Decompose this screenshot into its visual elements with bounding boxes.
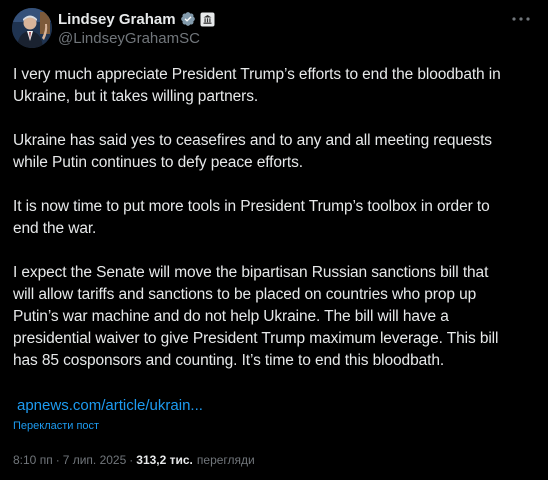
post-text-line: I very much appreciate President Trump’s…	[13, 66, 501, 83]
post-paragraph: Ukraine has said yes to ceasefires and t…	[13, 130, 541, 174]
government-affiliation-icon[interactable]	[200, 12, 215, 27]
post-text-line: will allow tariffs and sanctions to be p…	[13, 286, 477, 303]
meta-separator: ·	[129, 453, 134, 467]
verified-badge-icon[interactable]	[180, 11, 196, 27]
meta-separator: ·	[55, 453, 60, 467]
post-text-line: while Putin continues to defy peace effo…	[13, 154, 303, 171]
post-text-line: has 85 cosponsors and counting. It’s tim…	[13, 352, 445, 369]
post-paragraph: It is now time to put more tools in Pres…	[13, 196, 541, 240]
post-paragraph: I expect the Senate will move the bipart…	[13, 262, 541, 372]
post-metadata: 8:10 пп · 7 лип. 2025 · 313,2 тис. перег…	[13, 453, 255, 467]
post-text-line: It is now time to put more tools in Pres…	[13, 198, 490, 215]
article-link[interactable]: apnews.com/article/ukrain...	[17, 397, 203, 414]
avatar[interactable]	[12, 8, 52, 48]
post-paragraph: I very much appreciate President Trump’s…	[13, 64, 541, 108]
post-text-line: Ukraine, but it takes willing partners.	[13, 88, 259, 105]
author-name-row: Lindsey Graham	[58, 9, 215, 29]
post-text-line: Putin’s war machine and do not help Ukra…	[13, 308, 449, 325]
author-display-name[interactable]: Lindsey Graham	[58, 11, 176, 28]
views-count[interactable]: 313,2 тис.	[136, 453, 193, 467]
post-time[interactable]: 8:10 пп	[13, 453, 53, 467]
post-header: Lindsey Graham @LindseyGrahamSC	[12, 8, 536, 50]
author-handle[interactable]: @LindseyGrahamSC	[58, 30, 215, 47]
post-text-line: presidential waiver to give President Tr…	[13, 330, 499, 347]
post-text: I very much appreciate President Trump’s…	[13, 64, 541, 394]
post-date[interactable]: 7 лип. 2025	[63, 453, 127, 467]
post-text-line: Ukraine has said yes to ceasefires and t…	[13, 132, 492, 149]
more-options-icon[interactable]	[510, 10, 532, 28]
post: Lindsey Graham @LindseyGrahamSC I very m…	[0, 0, 548, 480]
post-text-line: I expect the Senate will move the bipart…	[13, 264, 489, 281]
translate-post-button[interactable]: Перекласти пост	[13, 420, 99, 432]
author-info: Lindsey Graham @LindseyGrahamSC	[58, 9, 215, 47]
views-label: перегляди	[196, 453, 255, 467]
post-text-line: end the war.	[13, 220, 97, 237]
